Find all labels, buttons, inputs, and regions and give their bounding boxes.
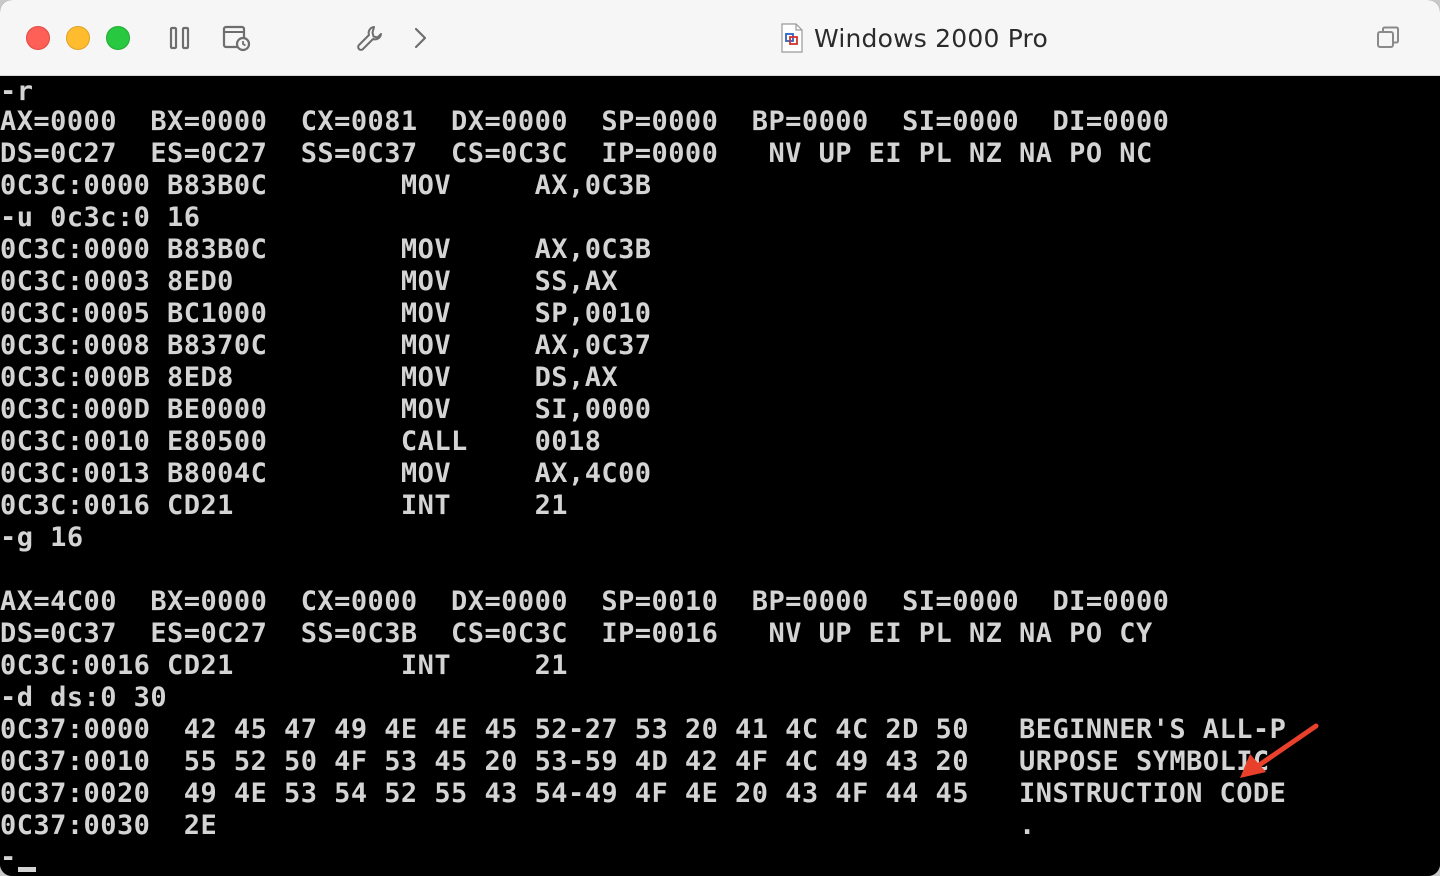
wrench-icon[interactable] bbox=[354, 22, 386, 54]
sidebar-toggle-icon[interactable] bbox=[164, 22, 196, 54]
console-line: -d ds:0 30 bbox=[0, 682, 168, 713]
console-line: 0C3C:0000 B83B0C MOV AX,0C3B bbox=[0, 170, 652, 201]
snapshot-icon[interactable] bbox=[220, 22, 252, 54]
console-line: -u 0c3c:0 16 bbox=[0, 202, 201, 233]
console-line: 0C3C:000B 8ED8 MOV DS,AX bbox=[0, 362, 619, 393]
console-line: 0C3C:000D BE0000 MOV SI,0000 bbox=[0, 394, 652, 425]
console-line: 0C37:0010 55 52 50 4F 53 45 20 53-59 4D … bbox=[0, 746, 1270, 777]
console-line: 0C3C:0005 BC1000 MOV SP,0010 bbox=[0, 298, 652, 329]
console-line: 0C3C:0000 B83B0C MOV AX,0C3B bbox=[0, 234, 652, 265]
console-line: 0C3C:0016 CD21 INT 21 bbox=[0, 490, 568, 521]
console-line: - bbox=[0, 842, 17, 873]
chevron-right-icon[interactable] bbox=[404, 22, 436, 54]
console-line: DS=0C27 ES=0C27 SS=0C37 CS=0C3C IP=0000 … bbox=[0, 138, 1153, 169]
title-bar: Windows 2000 Pro bbox=[0, 0, 1440, 76]
console-line: 0C3C:0010 E80500 CALL 0018 bbox=[0, 426, 602, 457]
console-line: DS=0C37 ES=0C27 SS=0C3B CS=0C3C IP=0016 … bbox=[0, 618, 1153, 649]
console-line: AX=4C00 BX=0000 CX=0000 DX=0000 SP=0010 … bbox=[0, 586, 1170, 617]
console-line: 0C37:0030 2E . bbox=[0, 810, 1036, 841]
console-line: 0C3C:0013 B8004C MOV AX,4C00 bbox=[0, 458, 652, 489]
zoom-window-button[interactable] bbox=[106, 26, 130, 50]
window-title: Windows 2000 Pro bbox=[780, 20, 1048, 56]
close-window-button[interactable] bbox=[26, 26, 50, 50]
window-title-text: Windows 2000 Pro bbox=[814, 23, 1048, 53]
restore-window-icon[interactable] bbox=[1372, 22, 1404, 54]
console-line: 0C37:0020 49 4E 53 54 52 55 43 54-49 4F … bbox=[0, 778, 1287, 809]
console-line: -r bbox=[0, 76, 34, 107]
annotation-arrow-icon bbox=[1236, 720, 1322, 780]
vm-document-icon bbox=[780, 23, 804, 53]
console-line: 0C3C:0003 8ED0 MOV SS,AX bbox=[0, 266, 619, 297]
console-line: AX=0000 BX=0000 CX=0081 DX=0000 SP=0000 … bbox=[0, 106, 1170, 137]
console-line: 0C3C:0008 B8370C MOV AX,0C37 bbox=[0, 330, 652, 361]
console-line: -g 16 bbox=[0, 522, 84, 553]
console-line: 0C37:0000 42 45 47 49 4E 4E 45 52-27 53 … bbox=[0, 714, 1287, 745]
dos-console[interactable]: -r AX=0000 BX=0000 CX=0081 DX=0000 SP=00… bbox=[0, 76, 1440, 876]
minimize-window-button[interactable] bbox=[66, 26, 90, 50]
vm-window: Windows 2000 Pro -r AX=0000 BX=0000 CX=0… bbox=[0, 0, 1440, 876]
console-line: 0C3C:0016 CD21 INT 21 bbox=[0, 650, 568, 681]
text-cursor bbox=[18, 867, 36, 872]
